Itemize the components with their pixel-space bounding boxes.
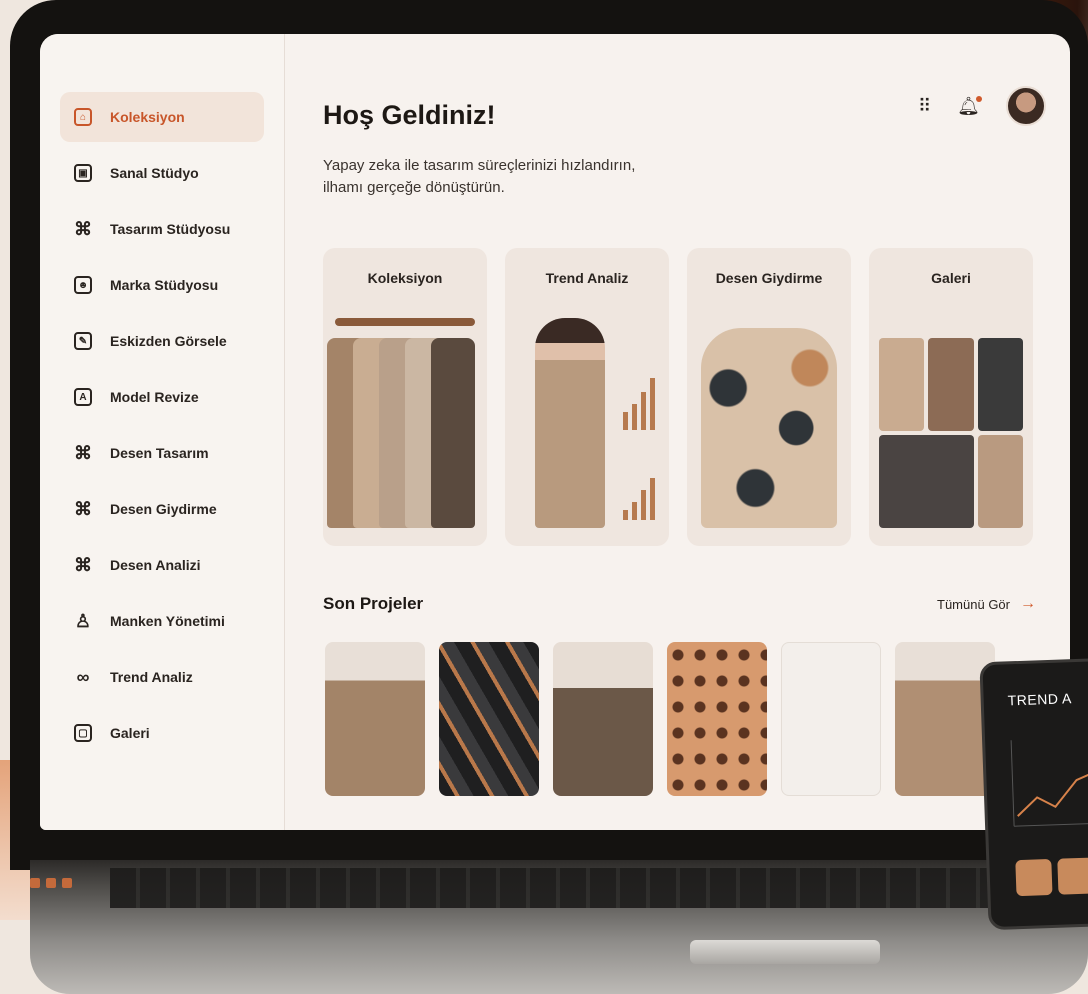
sidebar-item-label: Eskizden Görsele	[110, 333, 227, 349]
pattern-icon: ⌘	[74, 498, 92, 519]
feature-cards: Koleksiyon Trend Analiz Desen Giydirme G…	[323, 248, 1033, 546]
project-thumbnail[interactable]	[781, 642, 881, 796]
sidebar-item-desen-tasarim[interactable]: ⌘ Desen Tasarım	[60, 428, 264, 478]
page-subtitle: Yapay zeka ile tasarım süreçlerinizi hız…	[323, 157, 636, 196]
see-all-link[interactable]: Tümünü Gör →	[937, 595, 1036, 613]
sidebar-item-koleksiyon[interactable]: ⌂ Koleksiyon	[60, 92, 264, 142]
tablet-buttons	[1015, 857, 1088, 897]
trend-line-chart	[1010, 740, 1088, 827]
brand-icon: ☻	[74, 276, 92, 294]
user-avatar[interactable]	[1006, 86, 1046, 126]
sidebar-item-label: Marka Stüdyosu	[110, 277, 219, 293]
sidebar-item-label: Desen Analizi	[110, 557, 201, 573]
pattern-icon: ⌘	[74, 554, 92, 575]
sidebar-item-label: Sanal Stüdyo	[110, 165, 199, 181]
card-title: Galeri	[931, 270, 971, 286]
arrow-right-icon: →	[1020, 595, 1036, 612]
patterned-jacket-image	[687, 318, 851, 528]
project-thumbnail[interactable]	[667, 642, 767, 796]
card-title: Desen Giydirme	[715, 270, 823, 286]
apps-grid-icon[interactable]: ⠿	[918, 96, 931, 117]
project-thumbnail[interactable]	[895, 642, 995, 796]
trackpad	[690, 940, 880, 964]
sidebar: ⌂ Koleksiyon ▣ Sanal Stüdyo ⌘ Tasarım St…	[40, 34, 285, 830]
mannequin-icon: ♙	[74, 610, 92, 631]
gallery-grid-image	[869, 318, 1033, 528]
trend-icon: ∞	[76, 666, 90, 687]
card-trend-analiz[interactable]: Trend Analiz	[505, 248, 669, 546]
tablet-title: TREND A	[1007, 690, 1073, 709]
sidebar-item-desen-giydirme[interactable]: ⌘ Desen Giydirme	[60, 484, 264, 534]
sidebar-item-label: Manken Yönetimi	[110, 613, 225, 629]
pattern-icon: ⌘	[74, 442, 92, 463]
card-galeri[interactable]: Galeri	[869, 248, 1033, 546]
sidebar-item-label: Tasarım Stüdyosu	[110, 221, 231, 237]
recent-projects-header: Son Projeler Tümünü Gör →	[323, 594, 1036, 614]
sidebar-item-galeri[interactable]: ▢ Galeri	[60, 708, 264, 758]
sidebar-item-model-revize[interactable]: A Model Revize	[60, 372, 264, 422]
sidebar-item-label: Desen Giydirme	[110, 501, 217, 517]
card-title: Koleksiyon	[367, 270, 443, 286]
clothes-rack-image	[323, 318, 487, 528]
sidebar-item-eskizden-gorsele[interactable]: ✎ Eskizden Görsele	[60, 316, 264, 366]
sidebar-item-label: Trend Analiz	[110, 669, 193, 685]
card-desen-giydirme[interactable]: Desen Giydirme	[687, 248, 851, 546]
sidebar-item-marka-studyosu[interactable]: ☻ Marka Stüdyosu	[60, 260, 264, 310]
bell-icon[interactable]: 🔔︎	[957, 95, 982, 117]
project-thumbnail[interactable]	[553, 642, 653, 796]
sidebar-item-sanal-studyo[interactable]: ▣ Sanal Stüdyo	[60, 148, 264, 198]
project-thumbnail[interactable]	[439, 642, 539, 796]
top-actions: ⠿ 🔔︎	[918, 86, 1046, 126]
sidebar-item-trend-analiz[interactable]: ∞ Trend Analiz	[60, 652, 264, 702]
card-koleksiyon[interactable]: Koleksiyon	[323, 248, 487, 546]
sidebar-item-manken-yonetimi[interactable]: ♙ Manken Yönetimi	[60, 596, 264, 646]
gallery-icon: ▢	[74, 724, 92, 742]
card-title: Trend Analiz	[545, 270, 629, 286]
sidebar-item-desen-analizi[interactable]: ⌘ Desen Analizi	[60, 540, 264, 590]
keyboard	[110, 868, 1050, 908]
sidebar-item-tasarim-studyosu[interactable]: ⌘ Tasarım Stüdyosu	[60, 204, 264, 254]
home-icon: ⌂	[74, 108, 92, 126]
sidebar-item-label: Desen Tasarım	[110, 445, 209, 461]
section-title: Son Projeler	[323, 594, 424, 613]
see-all-label: Tümünü Gör	[937, 596, 1010, 612]
model-icon: A	[74, 388, 92, 406]
project-thumbnail[interactable]	[325, 642, 425, 796]
app-window: ⌂ Koleksiyon ▣ Sanal Stüdyo ⌘ Tasarım St…	[40, 34, 1070, 830]
knot-icon: ⌘	[74, 218, 92, 239]
studio-icon: ▣	[74, 164, 92, 182]
laptop-ports	[30, 878, 72, 888]
sidebar-item-label: Model Revize	[110, 389, 199, 405]
model-trend-image	[505, 318, 669, 528]
main-content: Hoş Geldiniz! Yapay zeka ile tasarım sür…	[285, 34, 1070, 830]
recent-projects-list	[325, 642, 995, 796]
sketch-icon: ✎	[74, 332, 92, 350]
tablet-device: TREND A	[979, 657, 1088, 931]
sidebar-item-label: Galeri	[110, 725, 150, 741]
sidebar-item-label: Koleksiyon	[110, 109, 185, 125]
